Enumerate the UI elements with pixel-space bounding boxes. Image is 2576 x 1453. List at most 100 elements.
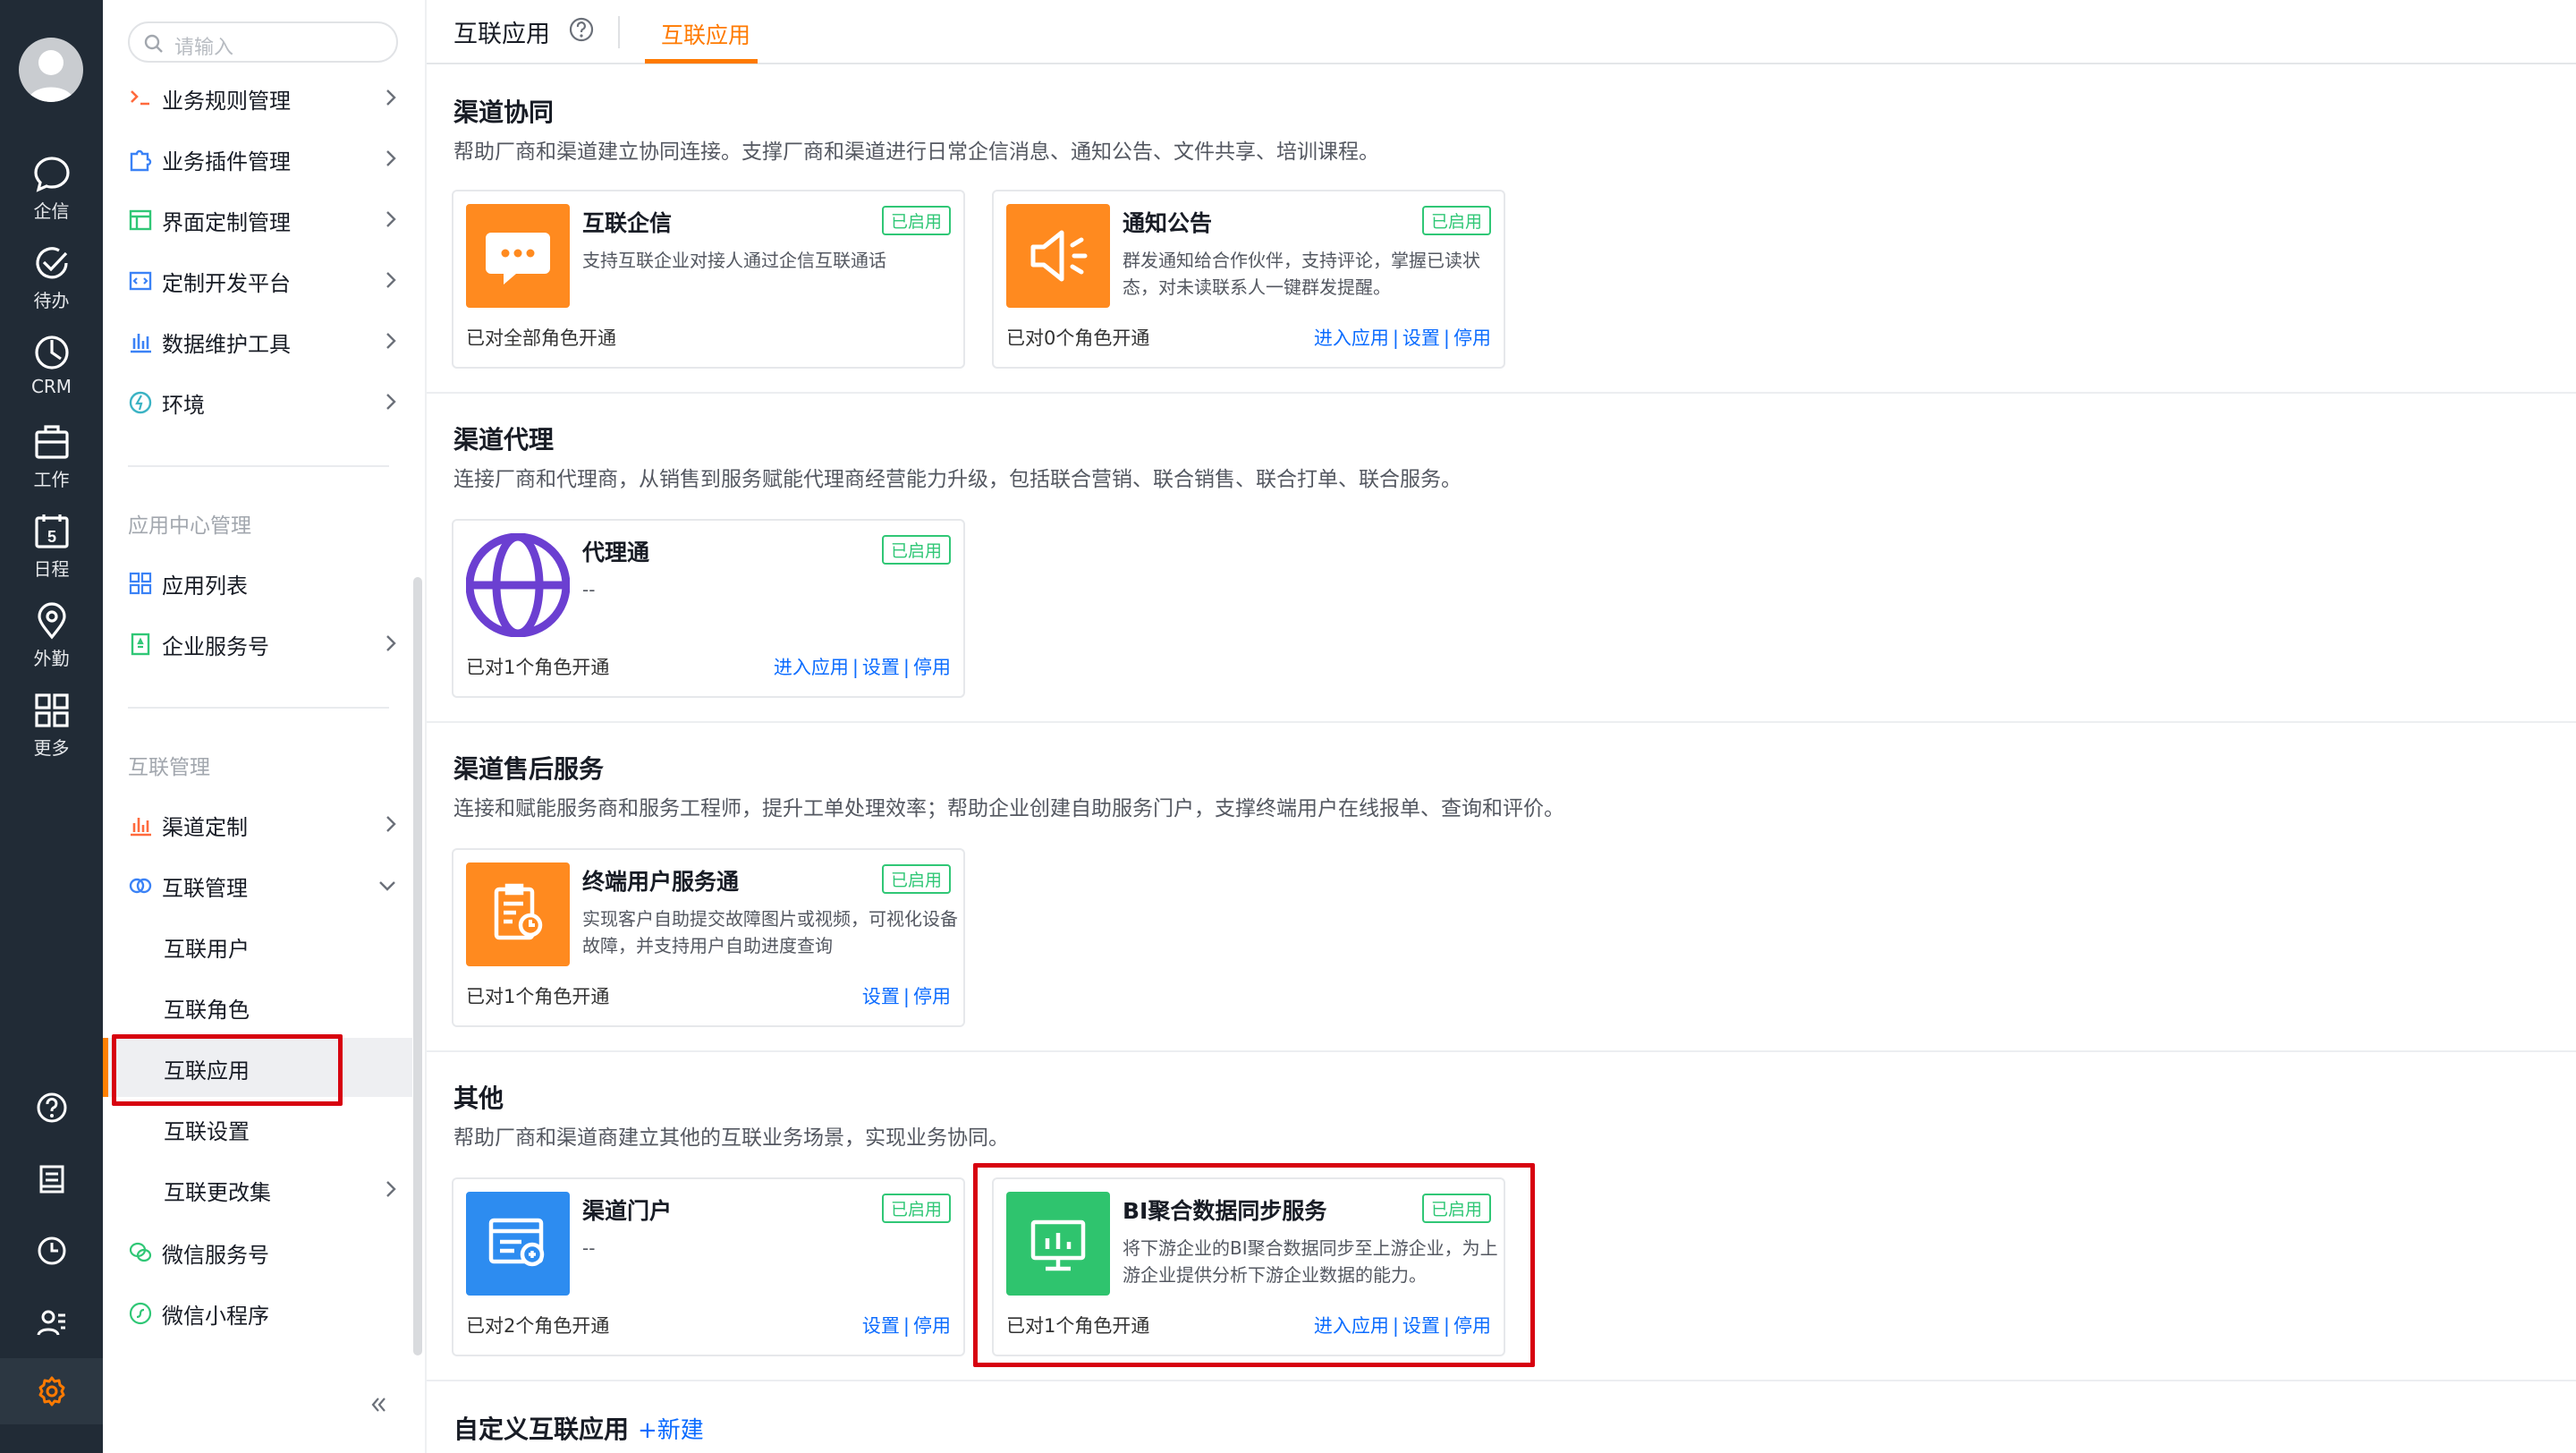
bar-chart-icon [131, 334, 151, 353]
svg-text:5: 5 [47, 528, 55, 546]
sidebar-item-business-plugins[interactable]: 业务插件管理 [103, 129, 412, 188]
sidebar-item-ui-customization[interactable]: 界面定制管理 [103, 190, 412, 249]
status-badge: 已启用 [881, 206, 951, 235]
enter-app-link[interactable]: 进入应用 [1314, 327, 1389, 349]
app-actions: 设置 | 停用 [861, 986, 951, 1007]
pie-chart-icon [34, 336, 69, 370]
app-name: 渠道门户 [582, 1198, 673, 1224]
help-icon[interactable] [568, 16, 595, 43]
enter-app-link[interactable]: 进入应用 [774, 657, 849, 678]
app-name: 终端用户服务通 [582, 869, 740, 895]
sidebar-item-environment[interactable]: 环境 [103, 372, 412, 431]
nav-label: 更多 [33, 737, 70, 759]
contacts-icon [37, 1310, 65, 1336]
nav-contacts[interactable] [0, 1296, 103, 1349]
sidebar-item-service-account[interactable]: 企业服务号 [103, 614, 412, 673]
app-name: 通知公告 [1123, 210, 1213, 236]
search-input[interactable]: 请输入 [128, 21, 398, 63]
nav-notes[interactable] [0, 1152, 103, 1206]
sidebar-sub-settings[interactable]: 互联设置 [103, 1099, 412, 1158]
sidebar-item-dev-platform[interactable]: 定制开发平台 [103, 251, 412, 310]
section-channel-collab: 渠道协同 帮助厂商和渠道建立协同连接。支撑厂商和渠道进行日常企信消息、通知公告、… [427, 66, 2576, 394]
tab-interconnect-apps[interactable]: 互联应用 [661, 18, 750, 50]
sidebar-item-wechat-service[interactable]: 微信服务号 [103, 1222, 412, 1281]
chevron-right-icon [386, 150, 396, 166]
divider [128, 707, 389, 709]
settings-link[interactable]: 设置 [862, 986, 900, 1007]
sidebar-scrollbar[interactable] [413, 577, 422, 1355]
app-desc: -- [582, 579, 596, 600]
calendar-icon: 5 [34, 514, 69, 548]
app-card-im[interactable]: 互联企信 已启用 支持互联企业对接人通过企信互联通话 已对全部角色开通 [452, 190, 965, 369]
search-placeholder: 请输入 [174, 37, 234, 59]
nav-item-crm[interactable]: CRM [0, 333, 103, 410]
nav-item-todo[interactable]: 待办 [0, 243, 103, 320]
sidebar-item-interconnect-mgmt[interactable]: 互联管理 [103, 855, 412, 914]
section-channel-agent: 渠道代理 连接厂商和代理商，从销售到服务赋能代理商经营能力升级，包括联合营销、联… [427, 394, 2576, 723]
check-circle-icon [35, 247, 68, 279]
app-card-agent[interactable]: 代理通 已启用 -- 已对1个角色开通 进入应用 | 设置 | 停用 [452, 519, 965, 698]
settings-link[interactable]: 设置 [1402, 327, 1440, 349]
section-desc: 帮助厂商和渠道商建立其他的互联业务场景，实现业务协同。 [453, 1126, 1009, 1150]
app-name: 代理通 [582, 540, 650, 565]
chevron-right-icon [386, 816, 396, 832]
disable-link[interactable]: 停用 [913, 657, 951, 678]
app-logo [466, 1192, 570, 1296]
app-card-enduser-service[interactable]: 终端用户服务通 已启用 实现客户自助提交故障图片或视频，可视化设备故障，并支持用… [452, 848, 965, 1027]
section-title: 其他 [453, 1083, 504, 1113]
section-after-sales: 渠道售后服务 连接和赋能服务商和服务工程师，提升工单处理效率；帮助企业创建自助服… [427, 723, 2576, 1052]
disable-link[interactable]: 停用 [1453, 327, 1491, 349]
collapse-icon[interactable] [369, 1396, 387, 1414]
app-desc: 支持互联企业对接人通过企信互联通话 [582, 250, 886, 271]
sidebar-item-channel-custom[interactable]: 渠道定制 [103, 794, 412, 854]
megaphone-icon [1030, 230, 1088, 282]
nav-item-messages[interactable]: 企信 [0, 154, 103, 231]
sidebar-sub-users[interactable]: 互联用户 [103, 916, 412, 975]
chevron-right-icon [386, 272, 396, 288]
status-badge: 已启用 [881, 864, 951, 894]
nav-help[interactable] [0, 1081, 103, 1134]
disable-link[interactable]: 停用 [913, 1315, 951, 1337]
sidebar-item-business-rules[interactable]: 业务规则管理 [103, 68, 412, 127]
section-title: 渠道售后服务 [453, 754, 605, 784]
app-actions: 进入应用 | 设置 | 停用 [1313, 327, 1491, 349]
nav-settings[interactable] [0, 1358, 103, 1424]
nav-item-work[interactable]: 工作 [0, 422, 103, 499]
section-desc: 连接厂商和代理商，从销售到服务赋能代理商经营能力升级，包括联合营销、联合销售、联… [453, 468, 1462, 491]
sidebar-item-app-list[interactable]: 应用列表 [103, 553, 412, 612]
nav-item-calendar[interactable]: 5 日程 [0, 512, 103, 589]
app-logo [466, 204, 570, 308]
nav-history[interactable] [0, 1224, 103, 1278]
highlight-box [973, 1163, 1535, 1367]
page-title: 互联应用 [453, 21, 550, 48]
sidebar-item-wechat-miniprogram[interactable]: 微信小程序 [103, 1283, 412, 1342]
user-avatar[interactable] [19, 38, 83, 102]
layout-icon [129, 209, 152, 231]
nav-label: 工作 [33, 469, 70, 490]
settings-link[interactable]: 设置 [862, 1315, 900, 1337]
disable-link[interactable]: 停用 [913, 986, 951, 1007]
app-desc: 实现客户自助提交故障图片或视频，可视化设备故障，并支持用户自助进度查询 [582, 908, 958, 956]
new-app-button[interactable]: +新建 [638, 1412, 704, 1445]
chevron-right-icon [386, 1181, 396, 1197]
section-app-center: 应用中心管理 [128, 514, 251, 538]
settings-sidebar: 请输入 业务规则管理 业务插件管理 界面定制管理 定制开发平台 数据维护工具 环… [103, 0, 425, 1453]
app-actions: 进入应用 | 设置 | 停用 [773, 657, 951, 678]
chevron-right-icon [386, 394, 396, 410]
settings-link[interactable]: 设置 [862, 657, 900, 678]
nav-item-field[interactable]: 外勤 [0, 601, 103, 678]
app-card-channel-portal[interactable]: 渠道门户 已启用 -- 已对2个角色开通 设置 | 停用 [452, 1177, 965, 1356]
app-card-notice[interactable]: 通知公告 已启用 群发通知给合作伙伴，支持评论，掌握已读状态，对未读联系人一键群… [992, 190, 1505, 369]
sidebar-sub-roles[interactable]: 互联角色 [103, 977, 412, 1036]
chat-bubble-icon [486, 233, 550, 285]
chevron-right-icon [386, 635, 396, 651]
nav-label: 待办 [33, 290, 70, 311]
help-icon [37, 1092, 66, 1123]
custom-apps-title: 自定义互联应用 [453, 1415, 630, 1444]
sidebar-item-data-tools[interactable]: 数据维护工具 [103, 311, 412, 370]
app-actions: 设置 | 停用 [861, 1315, 951, 1337]
section-interconnect: 互联管理 [128, 756, 210, 779]
nav-item-more[interactable]: 更多 [0, 691, 103, 768]
location-icon [37, 602, 66, 640]
sidebar-sub-changesets[interactable]: 互联更改集 [103, 1160, 412, 1219]
